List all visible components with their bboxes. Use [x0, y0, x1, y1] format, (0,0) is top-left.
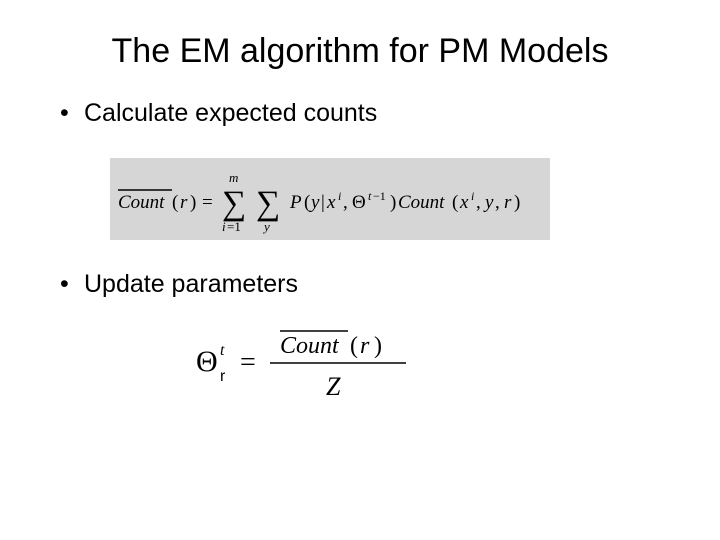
- svg-text:(: (: [452, 192, 458, 213]
- svg-text:Θ: Θ: [352, 192, 366, 213]
- svg-text:y: y: [262, 219, 270, 234]
- svg-text:,: ,: [343, 192, 348, 213]
- svg-text:∑: ∑: [256, 185, 280, 222]
- svg-text:Count: Count: [118, 192, 165, 213]
- bullet-expected-counts: Calculate expected counts: [60, 99, 672, 128]
- svg-text:y: y: [483, 192, 494, 213]
- svg-text:i: i: [222, 219, 226, 234]
- svg-text:=: =: [202, 192, 213, 213]
- svg-text:): ): [514, 192, 520, 213]
- slide-title: The EM algorithm for PM Models: [48, 32, 672, 71]
- svg-text:t: t: [220, 342, 225, 359]
- svg-text:Count: Count: [398, 192, 445, 213]
- svg-text:,: ,: [495, 192, 500, 213]
- svg-text:Θ: Θ: [196, 345, 218, 378]
- equation-expected-counts-svg: Count ( r ) = ∑ m i =1 ∑ y P ( y | x i: [110, 158, 550, 240]
- svg-text:i: i: [471, 189, 474, 203]
- svg-text:t: t: [368, 189, 372, 203]
- svg-text:r: r: [360, 333, 370, 359]
- equation-expected-counts: Count ( r ) = ∑ m i =1 ∑ y P ( y | x i: [110, 158, 550, 240]
- svg-text:): ): [390, 192, 396, 213]
- svg-text:r: r: [180, 192, 188, 213]
- svg-text:x: x: [326, 192, 336, 213]
- svg-text:): ): [374, 333, 382, 359]
- svg-text:m: m: [229, 170, 238, 185]
- svg-text:Count: Count: [280, 333, 340, 359]
- equation-update-parameters: Θ t r = Count ( r ) Z: [188, 319, 672, 409]
- svg-text:=: =: [240, 347, 256, 378]
- svg-text:r: r: [220, 368, 226, 385]
- svg-text:(: (: [172, 192, 178, 213]
- svg-text:Z: Z: [326, 372, 341, 401]
- svg-text:=1: =1: [227, 219, 241, 234]
- svg-text:P: P: [289, 192, 302, 213]
- svg-text:r: r: [504, 192, 512, 213]
- svg-text:∑: ∑: [222, 185, 246, 222]
- svg-text:i: i: [338, 189, 341, 203]
- svg-text:y: y: [309, 192, 320, 213]
- bullet-update-parameters: Update parameters: [60, 270, 672, 299]
- slide: The EM algorithm for PM Models Calculate…: [0, 0, 720, 540]
- svg-text:x: x: [459, 192, 469, 213]
- svg-text:|: |: [321, 192, 325, 213]
- svg-text:,: ,: [476, 192, 481, 213]
- equation-update-parameters-svg: Θ t r = Count ( r ) Z: [188, 319, 448, 409]
- svg-text:−1: −1: [373, 189, 386, 203]
- svg-text:): ): [190, 192, 196, 213]
- svg-text:(: (: [304, 192, 310, 213]
- svg-text:(: (: [350, 333, 358, 359]
